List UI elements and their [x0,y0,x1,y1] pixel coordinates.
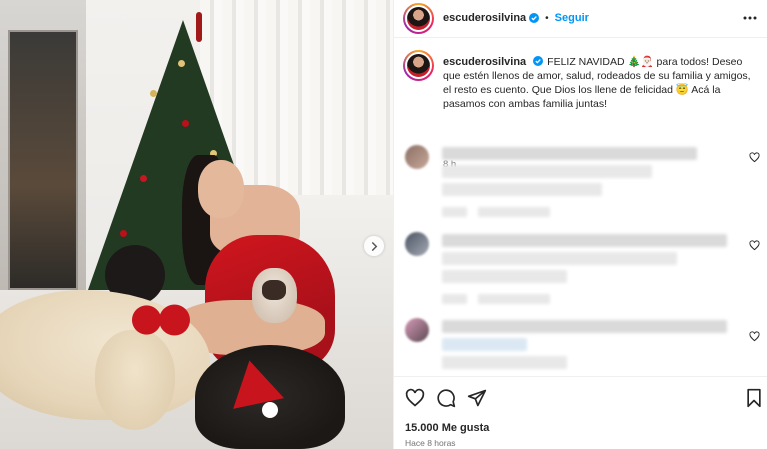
ornament [150,90,157,97]
post-photo[interactable] [0,0,393,449]
avatar[interactable] [403,3,434,34]
separator-dot: • [545,12,549,24]
blurred-comment-text [442,234,727,247]
post-header: escuderosilvina • Seguir [394,0,767,38]
comment-avatar [405,232,429,256]
blurred-comment-meta [442,207,467,217]
heart-icon[interactable] [405,388,425,408]
caption-username[interactable]: escuderosilvina [443,56,526,68]
bookmark-icon[interactable] [744,388,764,408]
heart-icon[interactable] [749,152,760,163]
more-horizontal-icon[interactable] [742,10,758,26]
comment [394,145,767,225]
blurred-comment-meta [442,294,467,304]
post-timestamp: Hace 8 horas [405,438,456,448]
blurred-comment-text [442,270,567,283]
comment-avatar [405,318,429,342]
ornament [178,60,185,67]
ornament [140,175,147,182]
ornament [120,230,127,237]
next-photo-button[interactable] [364,236,384,256]
avatar[interactable] [403,50,434,81]
santa-hat-pom [262,402,278,418]
blurred-comment-meta [478,294,550,304]
woman-face [198,160,244,218]
photo-glass-door [8,30,78,290]
blurred-comment-text [442,165,652,178]
chevron-right-icon [371,241,377,251]
post-details-panel: escuderosilvina • Seguir escuderosilvina… [393,0,767,449]
comment [394,232,767,312]
follow-button[interactable]: Seguir [555,12,589,24]
paper-plane-icon[interactable] [467,388,487,408]
cat-face [262,280,286,300]
comment-avatar [405,145,429,169]
blurred-comment-text [442,252,677,265]
heart-icon[interactable] [749,240,760,251]
verified-badge-icon [529,13,540,23]
blurred-comment-text [442,356,567,369]
blurred-comment-text [442,320,727,333]
caption-body: escuderosilvina FELIZ NAVIDAD 🎄🎅🏻 para t… [443,55,758,111]
ornament [182,120,189,127]
likes-count[interactable]: 15.000 Me gusta [405,422,489,434]
heart-icon[interactable] [749,331,760,342]
blurred-comment-text [442,183,602,196]
blurred-comment-meta [478,207,550,217]
comment-icon[interactable] [436,388,456,408]
golden-dog-head [95,330,175,430]
verified-badge-icon [533,56,544,66]
blurred-comment-text [442,147,697,160]
tree-topper [196,12,202,42]
header-username[interactable]: escuderosilvina [443,12,526,24]
reindeer-antlers [128,300,190,340]
post-actions: 15.000 Me gusta Hace 8 horas [394,376,767,449]
blurred-comment-text [442,338,527,351]
